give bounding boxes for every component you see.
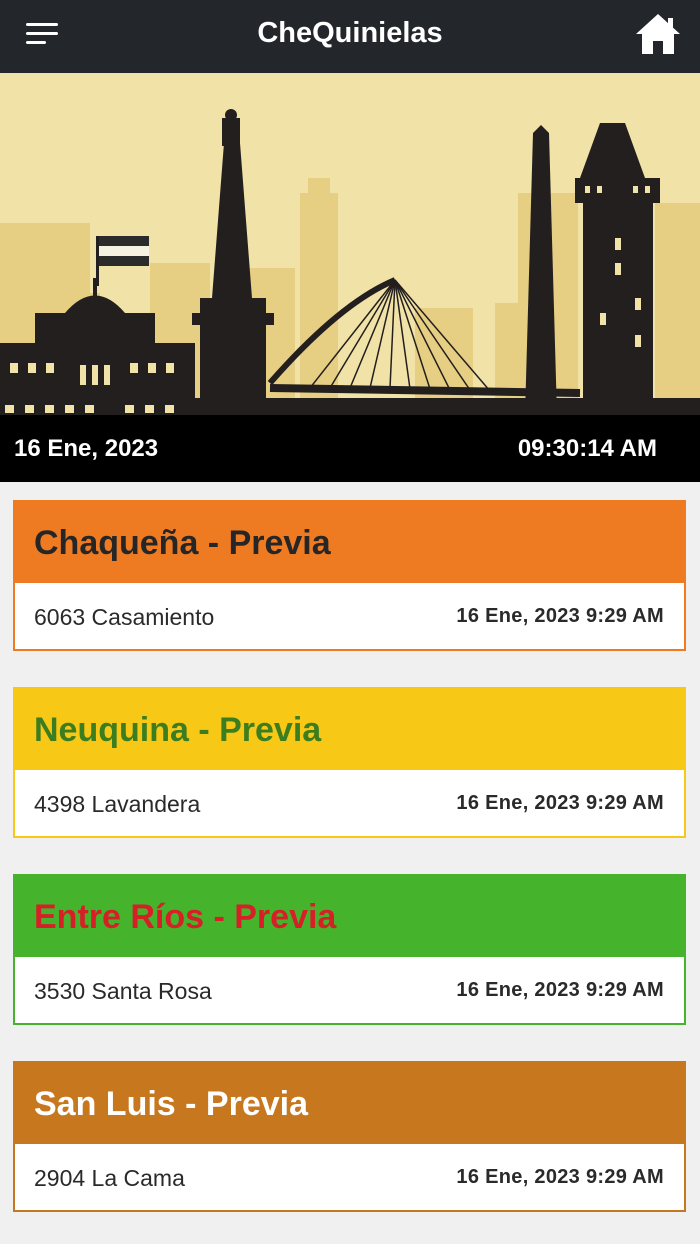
card-result: 6063 Casamiento xyxy=(34,604,215,630)
lottery-card-neuquina[interactable]: Neuquina - Previa 4398 Lavandera 16 Ene,… xyxy=(13,687,686,838)
card-header: Chaqueña - Previa xyxy=(15,502,684,583)
current-time: 09:30:14 AM xyxy=(517,435,657,462)
current-datetime-bar: 16 Ene, 2023 09:30:14 AM xyxy=(0,415,700,482)
home-icon[interactable] xyxy=(632,10,684,58)
card-title: Neuquina - Previa xyxy=(34,711,322,749)
card-title: Chaqueña - Previa xyxy=(34,524,331,562)
card-result: 4398 Lavandera xyxy=(34,791,201,817)
card-header: San Luis - Previa xyxy=(15,1063,684,1144)
app-title: CheQuinielas xyxy=(257,17,443,49)
card-timestamp: 16 Ene, 2023 9:29 AM xyxy=(456,1166,664,1188)
card-header: Neuquina - Previa xyxy=(15,689,684,770)
top-app-bar: CheQuinielas xyxy=(0,0,700,73)
lottery-card-entre-rios[interactable]: Entre Ríos - Previa 3530 Santa Rosa 16 E… xyxy=(13,874,686,1025)
card-header: Entre Ríos - Previa xyxy=(15,876,684,957)
card-result: 2904 La Cama xyxy=(34,1165,185,1191)
lottery-card-san-luis[interactable]: San Luis - Previa 2904 La Cama 16 Ene, 2… xyxy=(13,1061,686,1212)
card-timestamp: 16 Ene, 2023 9:29 AM xyxy=(456,605,664,627)
card-timestamp: 16 Ene, 2023 9:29 AM xyxy=(456,792,664,814)
card-timestamp: 16 Ene, 2023 9:29 AM xyxy=(456,979,664,1001)
card-result: 3530 Santa Rosa xyxy=(34,978,212,1004)
city-skyline-banner xyxy=(0,73,700,415)
current-date: 16 Ene, 2023 xyxy=(14,435,159,462)
card-title: San Luis - Previa xyxy=(34,1085,308,1123)
lottery-card-chaquena[interactable]: Chaqueña - Previa 6063 Casamiento 16 Ene… xyxy=(13,500,686,651)
card-title: Entre Ríos - Previa xyxy=(34,898,337,936)
